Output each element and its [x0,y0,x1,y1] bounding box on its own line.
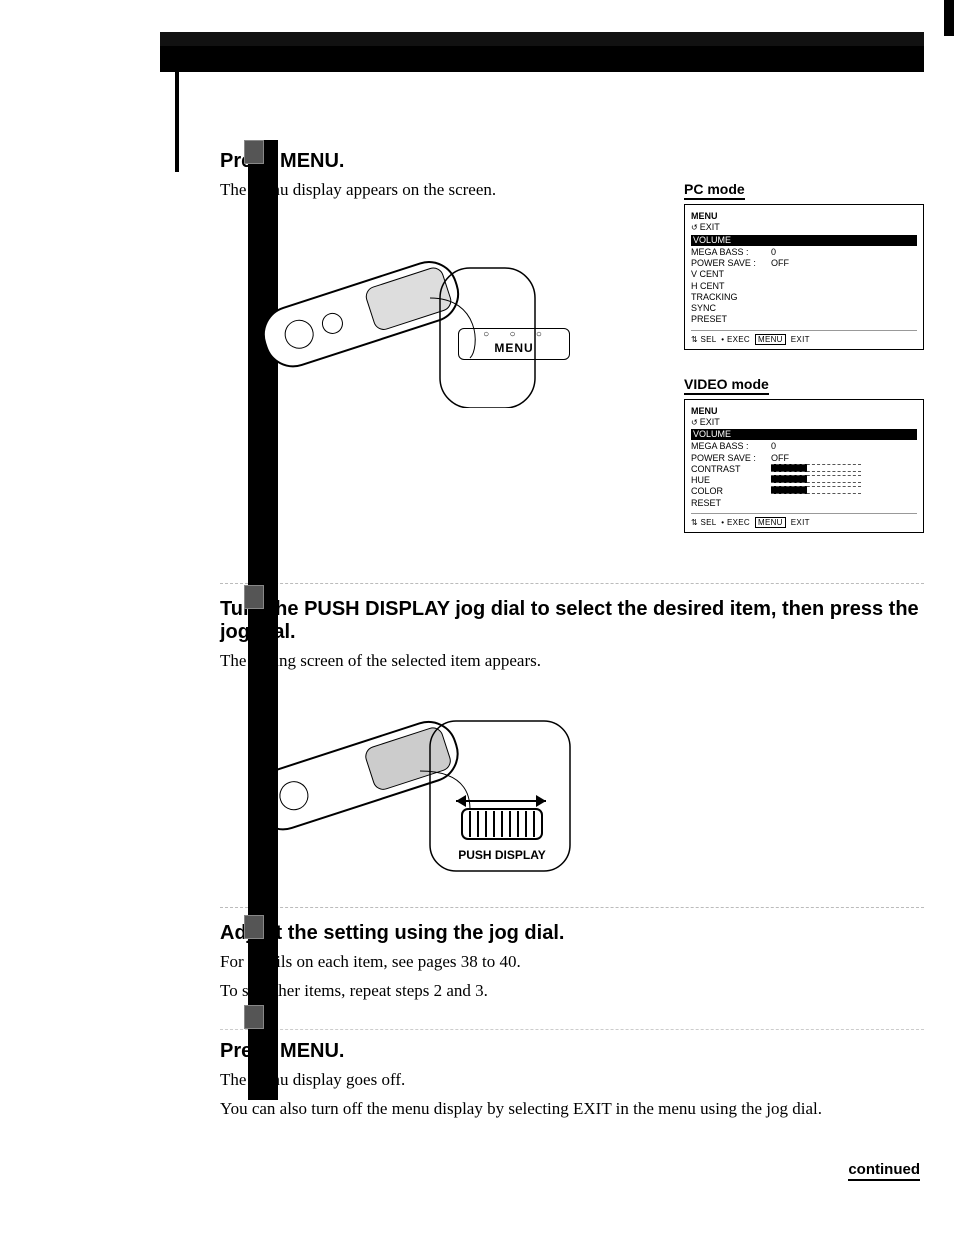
step-3-body-2: To set other items, repeat steps 2 and 3… [220,980,924,1003]
video-mode-title: VIDEO mode [684,376,769,395]
step-3: Adjust the setting using the jog dial. F… [220,907,924,1003]
step-2: Turn the PUSH DISPLAY jog dial to select… [220,583,924,881]
osd-selected-key: VOLUME [693,235,731,246]
osd-row-key: MEGA BASS : [691,247,763,258]
hint-sel: SEL [701,518,717,527]
step-3-body-1: For details on each item, see pages 38 t… [220,951,924,974]
osd-selected-row: VOLUME [691,235,917,246]
osd-row-key: CONTRAST [691,464,763,475]
hint-exec: EXEC [727,335,750,344]
remote-illustration [220,208,540,408]
step-number-1 [244,140,264,164]
step-number-2 [244,585,264,609]
osd-row-key: PRESET [691,314,763,325]
osd-row-key: COLOR [691,486,763,497]
step-4-body-2: You can also turn off the menu display b… [220,1098,924,1121]
hint-exit: EXIT [791,518,810,527]
video-mode-osd: MENU EXIT VOLUME MEGA BASS :0POWER SAVE … [684,399,924,533]
figure-remote-menu: ○ ○ ○ MENU [220,208,540,408]
menu-button-callout: ○ ○ ○ MENU [458,328,570,360]
osd-row: TRACKING [691,292,917,303]
page-header-bar [160,32,924,72]
osd-row-value: OFF [771,258,789,269]
hint-exec: EXEC [727,518,750,527]
hint-menu: MENU [755,517,786,528]
step-2-body: The setting screen of the selected item … [220,650,924,673]
osd-row-bar [771,486,861,494]
osd-header: MENU [691,211,917,222]
osd-exit: EXIT [691,417,917,428]
osd-selected-row: VOLUME [691,429,917,440]
osd-row-bar [771,475,861,483]
osd-row-value: 0 [771,247,776,258]
osd-header: MENU [691,406,917,417]
menu-button-label: MENU [459,341,569,355]
scan-edge [944,0,954,36]
manual-page: Press MENU. The menu display appears on … [0,0,954,1233]
pc-mode-title: PC mode [684,181,745,200]
osd-exit: EXIT [691,222,917,233]
osd-selected-key: VOLUME [693,429,731,440]
osd-hint: ⇅ SEL • EXEC MENU EXIT [691,518,917,528]
osd-row-value: OFF [771,453,789,464]
osd-row-value: 0 [771,441,776,452]
hint-exit: EXIT [791,335,810,344]
osd-row-key: V CENT [691,269,763,280]
step-1: Press MENU. The menu display appears on … [220,30,924,557]
step-2-title: Turn the PUSH DISPLAY jog dial to select… [220,598,924,644]
jog-dial-label: PUSH DISPLAY [458,848,546,862]
step-number-4 [244,1005,264,1029]
step-4: Press MENU. The menu display goes off. Y… [220,1029,924,1121]
step-4-title: Press MENU. [220,1040,924,1063]
osd-row: COLOR [691,486,917,497]
osd-row-key: TRACKING [691,292,763,303]
osd-row-key: MEGA BASS : [691,441,763,452]
pc-mode-osd: MENU EXIT VOLUME MEGA BASS :0POWER SAVE … [684,204,924,350]
osd-row: POWER SAVE : OFF [691,453,917,464]
osd-row: POWER SAVE : OFF [691,258,917,269]
osd-row-key: POWER SAVE : [691,453,763,464]
osd-row: MEGA BASS : 0 [691,441,917,452]
osd-row: MEGA BASS : 0 [691,247,917,258]
osd-row: RESET [691,498,917,509]
osd-examples: PC mode MENU EXIT VOLUME MEGA BASS :0POW… [684,179,924,557]
hint-menu: MENU [755,334,786,345]
osd-row: V CENT [691,269,917,280]
step-3-title: Adjust the setting using the jog dial. [220,922,924,945]
step-number-3 [244,915,264,939]
osd-row-key: SYNC [691,303,763,314]
osd-row-key: POWER SAVE : [691,258,763,269]
osd-row: PRESET [691,314,917,325]
osd-row-key: H CENT [691,281,763,292]
step-1-body: The menu display appears on the screen. [220,179,654,202]
pc-rows: MEGA BASS : 0 POWER SAVE : OFF V CENTH CENTT… [691,247,917,326]
osd-row: SYNC [691,303,917,314]
osd-row-key: RESET [691,498,763,509]
osd-hint: ⇅ SEL • EXEC MENU EXIT [691,335,917,345]
osd-row: H CENT [691,281,917,292]
osd-row-key: HUE [691,475,763,486]
menu-button-dots: ○ ○ ○ [459,331,569,339]
video-rows: MEGA BASS : 0 POWER SAVE : OFF CONTRASTHUECO… [691,441,917,509]
step-4-body-1: The menu display goes off. [220,1069,924,1092]
step-1-title: Press MENU. [220,150,924,173]
osd-row: CONTRAST [691,464,917,475]
osd-row: HUE [691,475,917,486]
continued-marker: continued [848,1161,920,1181]
hint-sel: SEL [701,335,717,344]
osd-row-bar [771,464,861,472]
